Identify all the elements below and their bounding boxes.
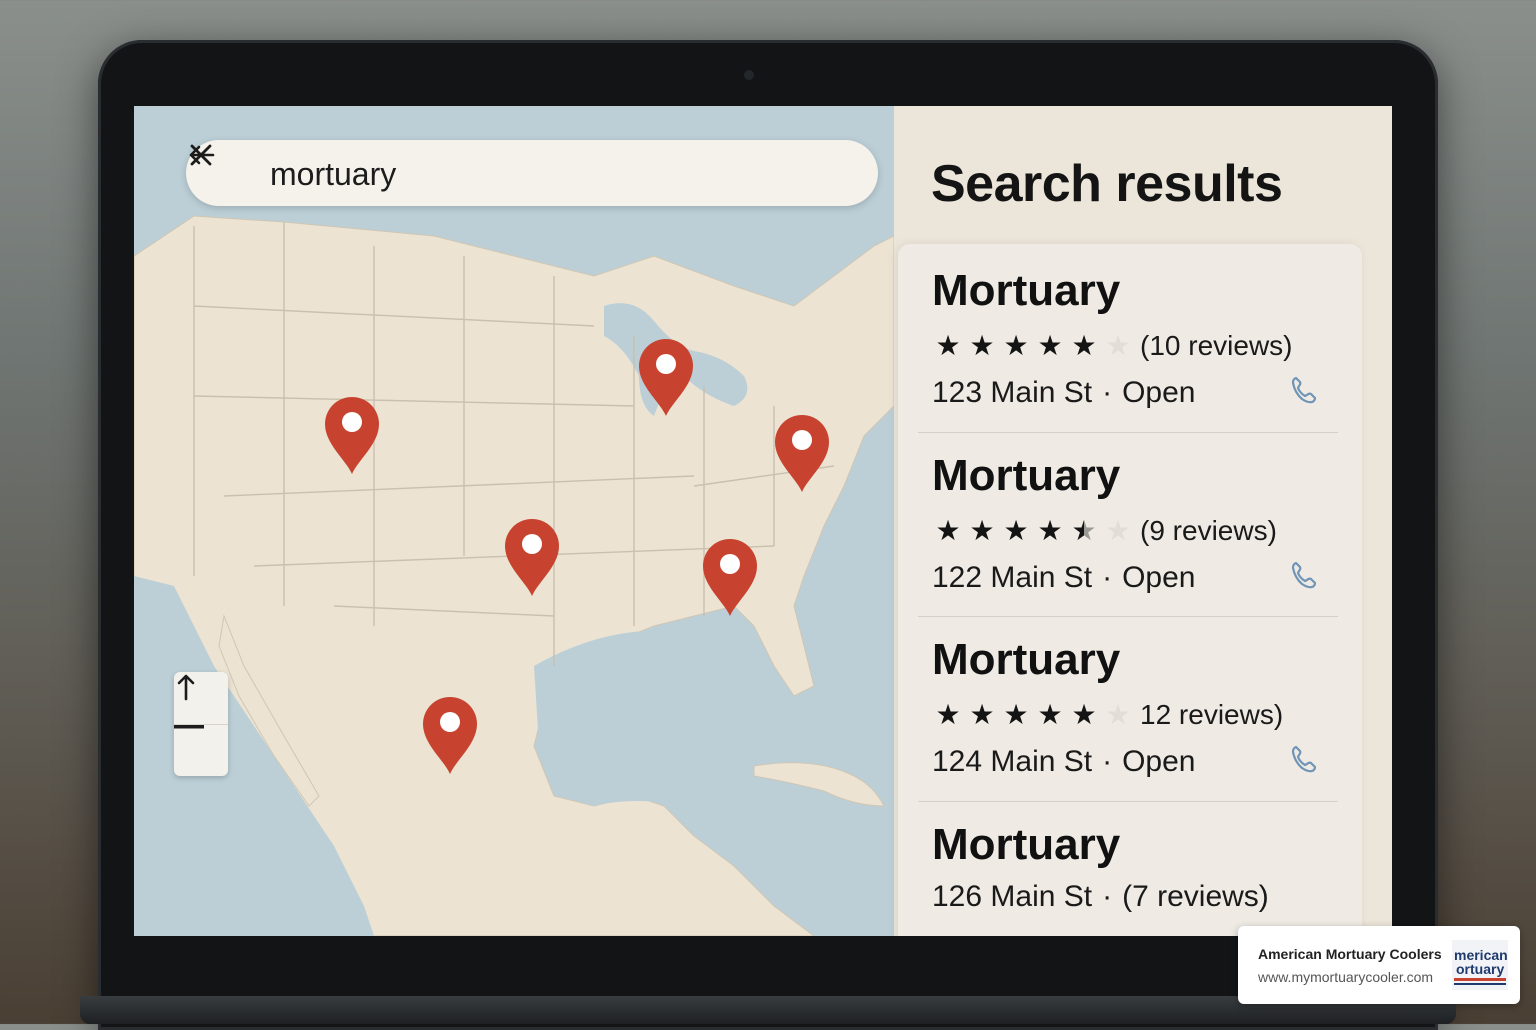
result-name: Mortuary bbox=[932, 266, 1121, 315]
star-icon: ★ bbox=[935, 514, 961, 547]
results-list: Mortuary ★ ★ ★ ★ ★ ★ (10 reviews) 123 Main St… bbox=[898, 244, 1362, 936]
review-count: 12 reviews) bbox=[1140, 699, 1284, 730]
arrow-up-icon bbox=[177, 674, 195, 701]
minus-icon bbox=[174, 725, 204, 729]
phone-icon[interactable] bbox=[1288, 559, 1320, 591]
separator: · bbox=[1102, 880, 1113, 913]
result-item[interactable]: Mortuary 126 Main St · (7 reviews) bbox=[898, 798, 1362, 936]
map-canvas bbox=[134, 215, 894, 936]
phone-icon[interactable] bbox=[1288, 743, 1320, 775]
star-icon: ★ bbox=[1037, 514, 1063, 547]
star-rating: ★ ★ ★ ★ ★ ★ (9 reviews) bbox=[932, 514, 1277, 547]
separator: · bbox=[1102, 745, 1113, 778]
webcam bbox=[744, 70, 754, 80]
result-meta: 126 Main St · (7 reviews) bbox=[932, 880, 1269, 914]
map-view[interactable] bbox=[134, 106, 894, 936]
star-icon: ★ bbox=[1003, 698, 1029, 731]
star-icon: ★ bbox=[969, 329, 995, 362]
result-status: Open bbox=[1122, 561, 1196, 594]
result-item[interactable]: Mortuary ★ ★ ★ ★ ★ ★ (10 reviews) 123 Main St… bbox=[898, 244, 1362, 428]
result-meta: 124 Main St · Open bbox=[932, 745, 1195, 779]
search-bar[interactable] bbox=[186, 140, 878, 206]
app-screen: Search results Mortuary ★★★★★★ (10 revie… bbox=[134, 106, 1392, 936]
logo-text-2: ortuary bbox=[1456, 961, 1504, 977]
star-icon: ★ bbox=[1003, 514, 1029, 547]
star-icon: ★ bbox=[1105, 329, 1131, 362]
star-icon: ★ bbox=[969, 698, 995, 731]
star-icon: ★ bbox=[935, 329, 961, 362]
watermark-badge: American Mortuary Coolers www.mymortuary… bbox=[1238, 926, 1520, 1004]
star-icon: ★ bbox=[1071, 329, 1097, 362]
zoom-control bbox=[174, 672, 228, 776]
result-status: Open bbox=[1122, 376, 1196, 409]
result-address: 123 Main St bbox=[932, 376, 1093, 409]
gulf-of-mexico bbox=[534, 630, 788, 806]
star-icon: ★ bbox=[1037, 329, 1063, 362]
result-name: Mortuary bbox=[932, 451, 1121, 500]
result-name: Mortuary bbox=[932, 635, 1121, 684]
star-rating: ★ ★ ★ ★ ★ ★ (10 reviews) bbox=[932, 330, 1292, 362]
cuba bbox=[753, 762, 885, 807]
star-icon: ★ bbox=[1068, 515, 1100, 547]
star-icon: ★ bbox=[1105, 514, 1131, 547]
zoom-out-button[interactable] bbox=[174, 724, 228, 776]
review-count: (9 reviews) bbox=[1140, 515, 1277, 546]
separator: · bbox=[1102, 561, 1113, 594]
watermark-url: www.mymortuarycooler.com bbox=[1258, 969, 1434, 985]
result-item[interactable]: Mortuary ★ ★ ★ ★ ★ ★ (9 reviews) 122 Main St ·… bbox=[898, 429, 1362, 613]
panel-title: Search results bbox=[931, 155, 1283, 213]
review-count: (10 reviews) bbox=[1140, 330, 1293, 361]
review-count: (7 reviews) bbox=[1122, 880, 1269, 913]
result-address: 124 Main St bbox=[932, 745, 1093, 778]
result-meta: 123 Main St · Open bbox=[932, 376, 1195, 410]
result-meta: 122 Main St · Open bbox=[932, 561, 1195, 595]
close-icon[interactable] bbox=[186, 140, 216, 170]
watermark-name: American Mortuary Coolers bbox=[1258, 946, 1442, 962]
star-icon: ★ bbox=[935, 698, 961, 731]
phone-icon[interactable] bbox=[1288, 374, 1320, 406]
star-icon: ★ bbox=[1071, 698, 1097, 731]
star-icon: ★ bbox=[1037, 698, 1063, 731]
search-input[interactable] bbox=[268, 152, 792, 196]
star-rating: ★ ★ ★ ★ ★ ★ 12 reviews) bbox=[932, 699, 1283, 731]
company-logo: merican ortuary bbox=[1452, 940, 1508, 990]
star-icon: ★ bbox=[1105, 698, 1131, 731]
result-name: Mortuary bbox=[932, 820, 1121, 869]
star-icon: ★ bbox=[969, 514, 995, 547]
result-status: Open bbox=[1122, 745, 1196, 778]
result-item[interactable]: Mortuary ★ ★ ★ ★ ★ ★ 12 reviews) 124 Main St ·… bbox=[898, 613, 1362, 797]
compass-button[interactable] bbox=[174, 672, 228, 724]
separator: · bbox=[1102, 376, 1113, 409]
atlantic-water bbox=[824, 486, 894, 766]
result-address: 122 Main St bbox=[932, 561, 1093, 594]
result-address: 126 Main St bbox=[932, 880, 1093, 913]
star-icon: ★ bbox=[1003, 329, 1029, 362]
